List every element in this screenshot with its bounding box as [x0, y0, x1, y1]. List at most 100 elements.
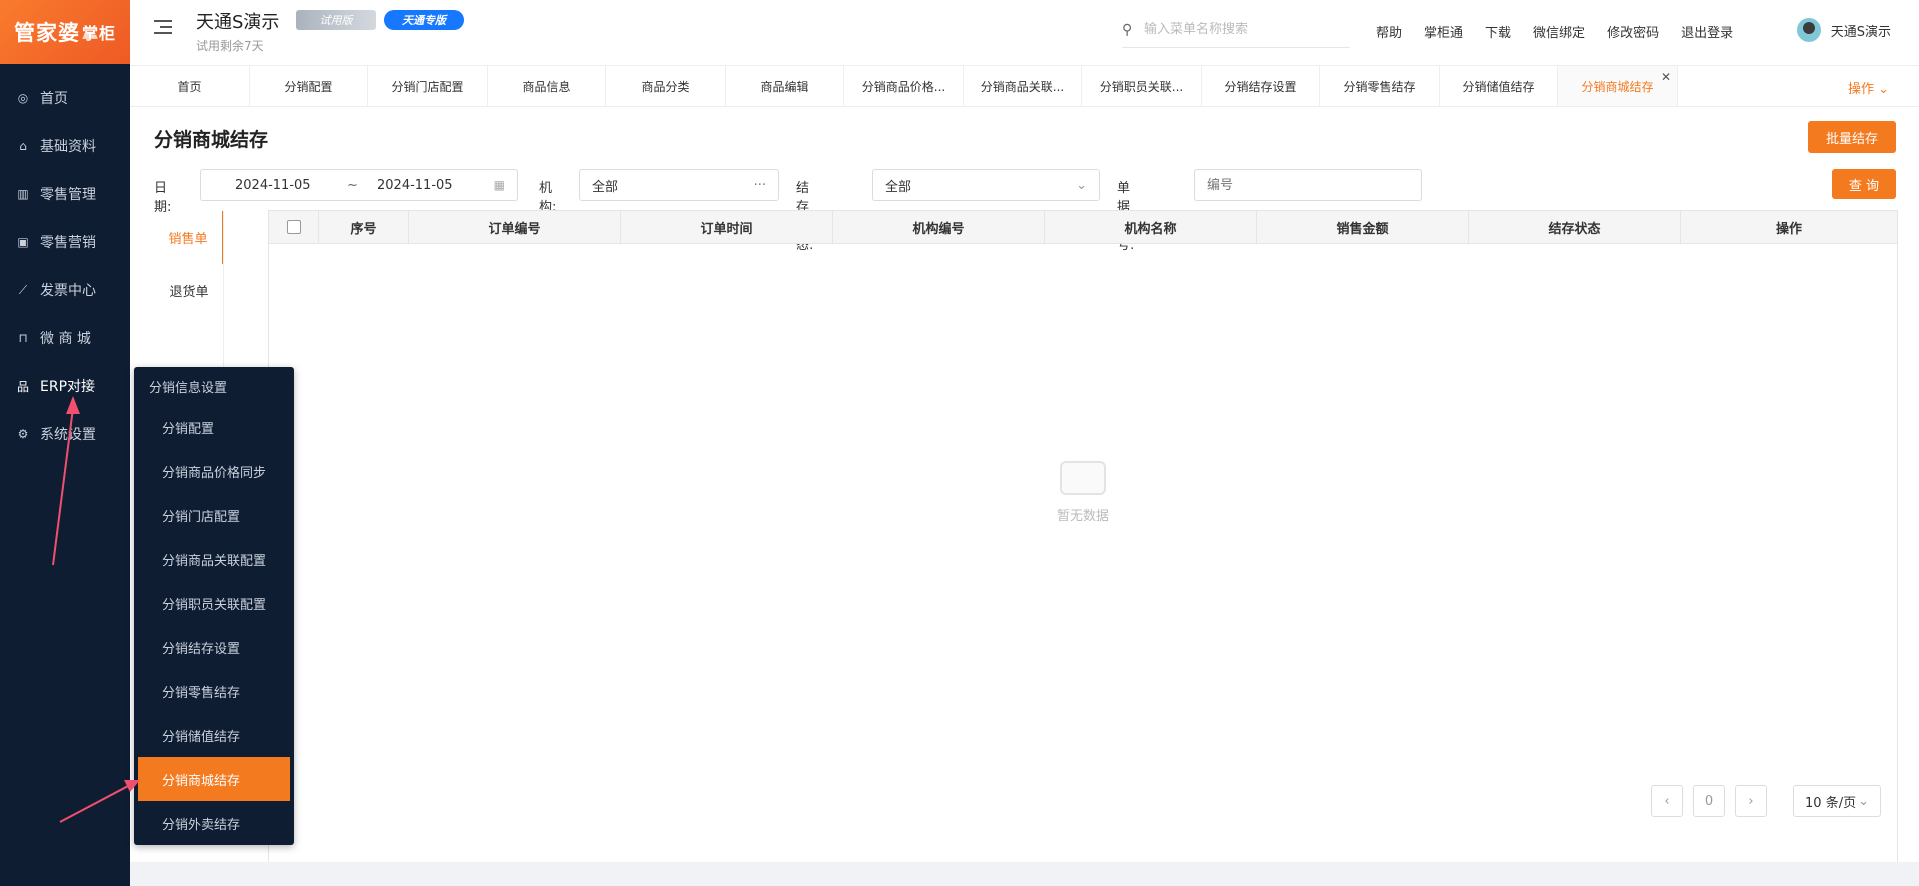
sidebar-item-system-settings[interactable]: ⚙ 系统设置 — [0, 410, 130, 458]
current-page[interactable]: 0 — [1693, 785, 1725, 817]
sidebar-item-basic-data[interactable]: ⌂ 基础资料 — [0, 122, 130, 170]
gift-icon: ▣ — [17, 235, 29, 249]
network-icon: 品 — [16, 379, 29, 394]
doc-number-input[interactable] — [1207, 177, 1407, 193]
pagination: ‹ 0 › 10 条/页 ⌄ — [1651, 785, 1881, 817]
main-content: 分销商城结存 批量结存 日期: 2024-11-05 ~ 2024-11-05 … — [130, 107, 1919, 882]
submenu-item-store-config[interactable]: 分销门店配置 — [134, 493, 294, 537]
brand-logo[interactable]: 管家婆 掌柜 — [0, 0, 130, 64]
sidebar-item-retail-marketing[interactable]: ▣ 零售营销 — [0, 218, 130, 266]
sidebar-item-label: 发票中心 — [40, 283, 96, 299]
sidebar-item-home[interactable]: ◎ 首页 — [0, 74, 130, 122]
col-org-name[interactable]: 机构名称 — [1045, 211, 1257, 243]
select-all-cell — [269, 211, 319, 243]
page-size-select[interactable]: 10 条/页 ⌄ — [1793, 785, 1881, 817]
submenu-item-product-link[interactable]: 分销商品关联配置 — [134, 537, 294, 581]
submenu-item-retail-settlement[interactable]: 分销零售结存 — [134, 669, 294, 713]
user-menu[interactable]: 天通S演示 — [1796, 18, 1891, 42]
tab-price-sync[interactable]: 分销商品价格... — [844, 66, 964, 106]
sidebar-item-erp[interactable]: 品 ERP对接 — [0, 362, 130, 410]
tab-product-info[interactable]: 商品信息 — [488, 66, 606, 106]
date-start[interactable]: 2024-11-05 — [235, 178, 311, 193]
next-page-button[interactable]: › — [1735, 785, 1767, 817]
query-button[interactable]: 查 询 — [1832, 169, 1896, 199]
tab-return-order[interactable]: 退货单 — [154, 264, 224, 317]
tab-store-config[interactable]: 分销门店配置 — [368, 66, 488, 106]
tab-label: 商品信息 — [522, 79, 571, 94]
tab-label: 分销储值结存 — [1462, 79, 1535, 94]
tab-product-edit[interactable]: 商品编辑 — [726, 66, 844, 106]
tab-operations-dropdown[interactable]: 操作 ⌄ — [1848, 78, 1889, 97]
search-icon[interactable]: ⚲ — [1122, 22, 1132, 38]
sidebar-item-micro-mall[interactable]: ⊓ 微 商 城 — [0, 314, 130, 362]
submenu-item-distribution-config[interactable]: 分销配置 — [134, 405, 294, 449]
app-title: 天通S演示 — [196, 12, 280, 33]
tab-label: 分销零售结存 — [1343, 79, 1416, 94]
tab-staff-link[interactable]: 分销职员关联... — [1082, 66, 1202, 106]
zhanggui-tong-link[interactable]: 掌柜通 — [1424, 22, 1463, 41]
tab-label: 商品分类 — [641, 79, 690, 94]
tab-label: 分销商城结存 — [1581, 79, 1654, 94]
page-title: 分销商城结存 — [154, 129, 269, 151]
tab-home[interactable]: 首页 — [130, 66, 250, 106]
chevron-down-icon: ⌄ — [1076, 177, 1087, 193]
bag-icon: ⊓ — [18, 331, 28, 345]
change-password-link[interactable]: 修改密码 — [1607, 22, 1659, 41]
tab-distribution-config[interactable]: 分销配置 — [250, 66, 368, 106]
chevron-down-icon: ⌄ — [1858, 793, 1869, 809]
tab-stored-value-settlement[interactable]: 分销储值结存 — [1440, 66, 1558, 106]
col-org-code[interactable]: 机构编号 — [833, 211, 1045, 243]
col-actions[interactable]: 操作 — [1681, 211, 1897, 243]
data-table: 序号 订单编号 订单时间 机构编号 机构名称 销售金额 结存状态 操作 暂无数据 — [268, 210, 1898, 882]
erp-submenu-popup: 分销信息设置 分销配置 分销商品价格同步 分销门店配置 分销商品关联配置 分销职… — [134, 367, 294, 845]
sidebar-item-invoice-center[interactable]: ⟋ 发票中心 — [0, 266, 130, 314]
tab-product-link[interactable]: 分销商品关联... — [964, 66, 1082, 106]
batch-settle-button[interactable]: 批量结存 — [1808, 121, 1896, 153]
submenu-item-settlement-settings[interactable]: 分销结存设置 — [134, 625, 294, 669]
col-sales-amount[interactable]: 销售金额 — [1257, 211, 1469, 243]
close-icon[interactable]: ✕ — [1661, 70, 1671, 84]
tab-label: 商品编辑 — [760, 79, 809, 94]
home-icon: ⌂ — [19, 139, 27, 153]
tab-label: 分销商品价格... — [861, 79, 946, 94]
date-end[interactable]: 2024-11-05 — [377, 178, 453, 193]
submenu-item-delivery-settlement[interactable]: 分销外卖结存 — [134, 801, 294, 845]
date-range-picker[interactable]: 2024-11-05 ~ 2024-11-05 ▦ — [200, 169, 518, 201]
submenu-item-mall-settlement[interactable]: 分销商城结存 — [138, 757, 290, 801]
tab-label: 分销门店配置 — [391, 79, 464, 94]
sidebar-item-retail-management[interactable]: ▥ 零售管理 — [0, 170, 130, 218]
table-header: 序号 订单编号 订单时间 机构编号 机构名称 销售金额 结存状态 操作 — [269, 211, 1897, 244]
col-order-time[interactable]: 订单时间 — [621, 211, 833, 243]
submenu-item-stored-value-settlement[interactable]: 分销储值结存 — [134, 713, 294, 757]
logout-link[interactable]: 退出登录 — [1681, 22, 1733, 41]
prev-page-button[interactable]: ‹ — [1651, 785, 1683, 817]
chevron-down-icon: ⌄ — [1878, 82, 1889, 97]
tab-mall-settlement[interactable]: 分销商城结存 ✕ — [1558, 66, 1678, 106]
tab-settlement-settings[interactable]: 分销结存设置 — [1202, 66, 1320, 106]
status-select[interactable]: 全部 ⌄ — [872, 169, 1100, 201]
tab-product-category[interactable]: 商品分类 — [606, 66, 726, 106]
col-index[interactable]: 序号 — [319, 211, 409, 243]
col-settle-status[interactable]: 结存状态 — [1469, 211, 1681, 243]
tab-retail-settlement[interactable]: 分销零售结存 — [1320, 66, 1440, 106]
sidebar: 管家婆 掌柜 ◎ 首页 ⌂ 基础资料 ▥ 零售管理 ▣ 零售营销 ⟋ 发票中心 … — [0, 0, 130, 886]
menu-collapse-icon[interactable] — [154, 20, 172, 36]
globe-icon: ◎ — [17, 91, 29, 105]
org-select[interactable]: 全部 ··· — [579, 169, 779, 201]
calendar-icon[interactable]: ▦ — [494, 178, 505, 192]
download-link[interactable]: 下载 — [1485, 22, 1511, 41]
more-icon[interactable]: ··· — [754, 178, 766, 193]
help-link[interactable]: 帮助 — [1376, 22, 1402, 41]
tab-label: 分销结存设置 — [1224, 79, 1297, 94]
menu-search-input[interactable] — [1144, 22, 1344, 37]
sidebar-item-label: 基础资料 — [40, 139, 96, 155]
wechat-bind-link[interactable]: 微信绑定 — [1533, 22, 1585, 41]
submenu-item-staff-link[interactable]: 分销职员关联配置 — [134, 581, 294, 625]
submenu-item-price-sync[interactable]: 分销商品价格同步 — [134, 449, 294, 493]
tab-sales-order[interactable]: 销售单 — [154, 211, 224, 264]
col-order-number[interactable]: 订单编号 — [409, 211, 621, 243]
footer-strip — [130, 862, 1919, 886]
sidebar-item-label: ERP对接 — [40, 379, 96, 395]
select-all-checkbox[interactable] — [286, 220, 301, 234]
trend-icon: ⟋ — [18, 282, 28, 297]
